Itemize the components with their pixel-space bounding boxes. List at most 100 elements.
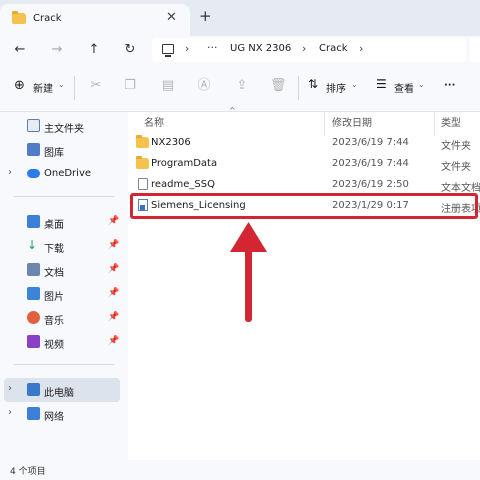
breadcrumb-ug-nx-2306[interactable]: UG NX 2306 [230, 43, 291, 54]
text-file-icon [138, 178, 148, 190]
file-type: 文件夹 [441, 162, 471, 173]
chevron-down-icon: ⌄ [418, 80, 425, 89]
annotation-arrow [230, 222, 267, 322]
pc-icon [27, 383, 40, 396]
column-header-date[interactable]: 修改日期 [332, 114, 372, 129]
close-icon[interactable]: ✕ [166, 10, 177, 25]
network-icon [27, 407, 40, 420]
chevron-down-icon: ⌄ [58, 80, 65, 89]
file-name: readme_SSQ [151, 179, 215, 190]
up-arrow-icon[interactable]: ↑ [84, 40, 104, 60]
sidebar-item-label: OneDrive [44, 168, 92, 179]
pin-icon[interactable]: 📌 [108, 336, 119, 346]
sidebar-item-this-pc[interactable]: › 此电脑 [4, 378, 120, 402]
sidebar-item-label: 桌面 [44, 220, 64, 231]
sidebar-item-label: 此电脑 [44, 388, 74, 399]
chevron-right-icon[interactable]: › [8, 167, 12, 178]
file-date: 2023/6/19 2:50 [332, 179, 409, 190]
pin-icon[interactable]: 📌 [108, 216, 119, 226]
file-type: 文件夹 [441, 141, 471, 152]
toolbar-divider [298, 76, 299, 100]
share-icon[interactable]: ⇪ [234, 78, 250, 94]
address-bar[interactable]: › ··· UG NX 2306 › Crack › [152, 38, 466, 62]
sidebar-item-desktop[interactable]: 桌面 📌 [0, 210, 122, 234]
new-tab-button[interactable]: + [199, 7, 212, 25]
sidebar-item-gallery[interactable]: 图库 [0, 138, 122, 162]
sort-icon: ⇅ [308, 77, 319, 91]
sidebar-item-pictures[interactable]: 图片 📌 [0, 282, 122, 306]
more-options-button[interactable]: ··· [444, 80, 455, 91]
more-path-button[interactable]: ··· [207, 41, 218, 54]
chevron-right-icon: › [302, 42, 307, 55]
file-list: ^ 名称 修改日期 类型 NX2306 2023/6/19 7:44 文件夹 P… [128, 106, 480, 460]
copy-icon[interactable]: ❐ [122, 78, 138, 94]
breadcrumb-crack[interactable]: Crack [319, 43, 348, 54]
desktop-icon [27, 215, 40, 228]
file-name: ProgramData [151, 158, 218, 169]
sidebar-item-label: 视频 [44, 340, 64, 351]
sidebar-item-label: 文档 [44, 268, 64, 279]
search-box-edge[interactable] [470, 38, 480, 62]
monitor-icon [162, 44, 174, 57]
view-icon: ☰ [376, 77, 387, 91]
rename-icon[interactable]: Ⓐ [196, 78, 212, 94]
add-icon: ⊕ [14, 78, 25, 93]
status-bar: 4 个项目 [0, 460, 480, 480]
pin-icon[interactable]: 📌 [108, 264, 119, 274]
forward-arrow-icon[interactable]: → [47, 40, 67, 60]
back-arrow-icon[interactable]: ← [10, 40, 30, 60]
chevron-right-icon[interactable]: › [359, 42, 363, 55]
sidebar-item-music[interactable]: 音乐 📌 [0, 306, 122, 330]
tab-crack[interactable]: Crack ✕ [0, 4, 190, 36]
sidebar-divider [14, 196, 114, 197]
pin-icon[interactable]: 📌 [108, 312, 119, 322]
navigation-pane: 主文件夹 图库 › OneDrive 桌面 📌 ↓ 下载 📌 文档 📌 图片 📌… [0, 112, 128, 460]
sidebar-item-label: 下载 [44, 244, 64, 255]
column-header-type[interactable]: 类型 [441, 114, 461, 129]
sidebar-item-videos[interactable]: 视频 📌 [0, 330, 122, 354]
item-count: 4 个项目 [10, 467, 46, 477]
sidebar-item-documents[interactable]: 文档 📌 [0, 258, 122, 282]
command-bar: ⊕ 新建 ⌄ ✂ ❐ ▤ Ⓐ ⇪ 🗑 ⇅ 排序 ⌄ ☰ 查看 ⌄ ··· [0, 64, 480, 112]
sidebar-item-onedrive[interactable]: › OneDrive [0, 162, 122, 186]
file-date: 2023/6/19 7:44 [332, 158, 409, 169]
pin-icon[interactable]: 📌 [108, 288, 119, 298]
refresh-icon[interactable]: ↻ [120, 40, 140, 60]
sidebar-item-label: 网络 [44, 412, 64, 423]
chevron-right-icon: › [185, 42, 190, 55]
sidebar-item-label: 图片 [44, 292, 64, 303]
sidebar-divider [14, 364, 114, 365]
tab-title: Crack [33, 13, 62, 24]
documents-icon [27, 263, 40, 276]
new-button[interactable]: 新建 [33, 80, 53, 95]
file-row[interactable]: NX2306 2023/6/19 7:44 文件夹 [128, 133, 480, 154]
sidebar-item-label: 音乐 [44, 316, 64, 327]
file-date: 2023/6/19 7:44 [332, 137, 409, 148]
pictures-icon [27, 287, 40, 300]
cut-icon[interactable]: ✂ [88, 78, 104, 94]
file-row[interactable]: ProgramData 2023/6/19 7:44 文件夹 [128, 154, 480, 175]
paste-icon[interactable]: ▤ [160, 78, 176, 94]
chevron-right-icon[interactable]: › [8, 383, 12, 394]
sidebar-item-label: 主文件夹 [44, 124, 84, 135]
folder-icon [12, 11, 26, 24]
chevron-down-icon: ⌄ [351, 80, 358, 89]
sidebar-item-home[interactable]: 主文件夹 [0, 114, 122, 138]
sidebar-item-label: 图库 [44, 148, 64, 159]
column-header-name[interactable]: 名称 [144, 114, 164, 129]
onedrive-icon [27, 169, 40, 178]
folder-icon [136, 156, 149, 169]
file-type: 文本文档 [441, 183, 480, 194]
sidebar-item-network[interactable]: › 网络 [0, 402, 122, 426]
download-icon: ↓ [27, 238, 38, 252]
sort-button[interactable]: 排序 [326, 80, 346, 95]
sidebar-item-downloads[interactable]: ↓ 下载 📌 [0, 234, 122, 258]
music-icon [27, 311, 40, 324]
view-button[interactable]: 查看 [394, 80, 414, 95]
home-icon [27, 119, 40, 132]
chevron-right-icon[interactable]: › [8, 407, 12, 418]
pin-icon[interactable]: 📌 [108, 240, 119, 250]
highlight-box [130, 193, 478, 219]
tab-strip: Crack ✕ + [0, 0, 480, 36]
delete-icon[interactable]: 🗑 [270, 78, 287, 94]
